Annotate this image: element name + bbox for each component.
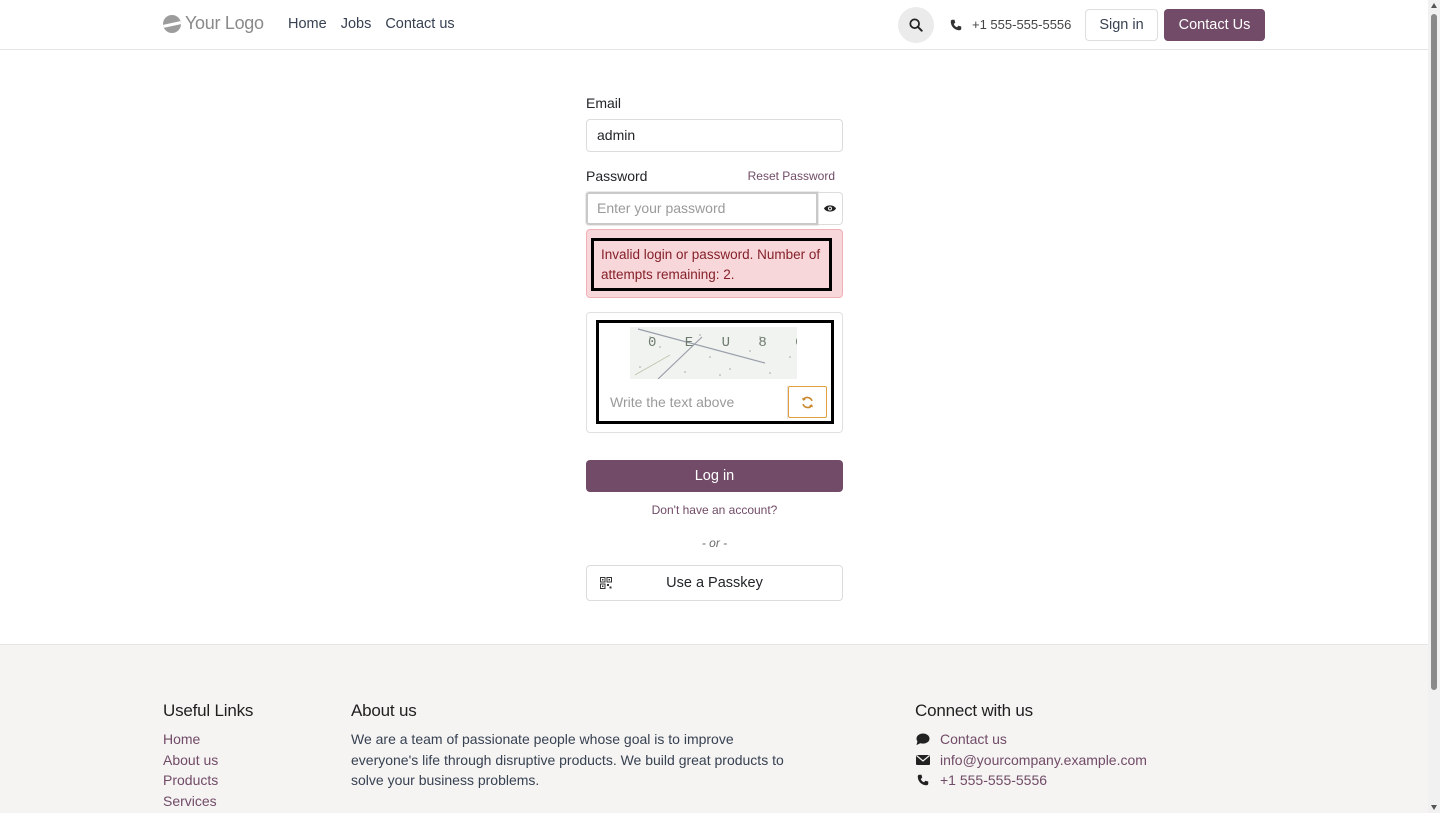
email-label: Email bbox=[586, 95, 622, 111]
header-phone-number: +1 555-555-5556 bbox=[972, 17, 1072, 32]
logo-mark-icon bbox=[163, 14, 181, 33]
refresh-icon bbox=[801, 396, 814, 408]
scroll-down-arrow-icon[interactable] bbox=[1431, 805, 1437, 810]
phone-icon bbox=[950, 19, 962, 30]
nav-contact-us[interactable]: Contact us bbox=[385, 16, 454, 32]
chat-icon bbox=[916, 733, 930, 745]
scroll-up-arrow-icon[interactable] bbox=[1431, 3, 1437, 8]
captcha-image: 0 E U 8 G bbox=[630, 327, 797, 379]
search-button[interactable] bbox=[898, 7, 934, 43]
footer-link-products[interactable]: Products bbox=[163, 770, 253, 791]
phone-icon bbox=[917, 775, 929, 786]
captcha-panel: 0 E U 8 G Write the text above bbox=[586, 312, 843, 433]
password-label: Password bbox=[586, 168, 648, 184]
email-input[interactable]: admin bbox=[586, 119, 843, 152]
header-phone[interactable]: +1 555-555-5556 bbox=[950, 17, 1071, 32]
about-section: About us We are a team of passionate peo… bbox=[351, 701, 796, 791]
captcha-text: 0 E U 8 G bbox=[648, 335, 797, 351]
about-title: About us bbox=[351, 701, 417, 720]
signup-link[interactable]: Don't have an account? bbox=[586, 503, 843, 517]
connect-contact-link: Contact us bbox=[940, 731, 1007, 747]
useful-links-title: Useful Links bbox=[163, 701, 254, 720]
connect-email-link: info@yourcompany.example.com bbox=[940, 751, 1147, 768]
qr-code-icon bbox=[600, 577, 612, 589]
about-text: We are a team of passionate people whose… bbox=[351, 731, 784, 788]
search-icon bbox=[909, 18, 923, 32]
connect-phone-row[interactable]: +1 555-555-5556 bbox=[915, 770, 1147, 791]
site-header: Your Logo Home Jobs Contact us +1 555-55… bbox=[0, 0, 1428, 50]
site-footer: Useful Links Home About us Products Serv… bbox=[0, 644, 1428, 813]
login-error-message: Invalid login or password. Number of att… bbox=[591, 238, 832, 291]
captcha-input[interactable]: Write the text above bbox=[600, 386, 788, 419]
connect-contact-row[interactable]: Contact us bbox=[915, 729, 1147, 750]
logo-text: Your Logo bbox=[185, 13, 264, 33]
eye-icon bbox=[824, 205, 836, 212]
password-group: Enter your password bbox=[586, 192, 843, 225]
refresh-captcha-button[interactable] bbox=[788, 386, 827, 418]
sign-in-button[interactable]: Sign in bbox=[1085, 9, 1158, 41]
connect-section: Connect with us Contact us info@yourcomp… bbox=[915, 701, 1147, 791]
password-input[interactable]: Enter your password bbox=[586, 192, 818, 225]
useful-links-section: Useful Links Home About us Products Serv… bbox=[163, 701, 253, 811]
nav-jobs[interactable]: Jobs bbox=[341, 16, 372, 32]
show-password-button[interactable] bbox=[818, 192, 843, 225]
nav-home[interactable]: Home bbox=[288, 16, 327, 32]
captcha-highlight: 0 E U 8 G Write the text above bbox=[596, 320, 834, 424]
connect-phone-link: +1 555-555-5556 bbox=[940, 772, 1048, 788]
login-error-alert: Invalid login or password. Number of att… bbox=[586, 229, 843, 298]
reset-password-link[interactable]: Reset Password bbox=[748, 169, 835, 183]
site-logo[interactable]: Your Logo bbox=[163, 13, 264, 34]
scrollbar-thumb[interactable] bbox=[1431, 14, 1437, 690]
envelope-icon bbox=[916, 754, 930, 765]
passkey-label: Use a Passkey bbox=[666, 575, 763, 591]
main-nav: Home Jobs Contact us bbox=[288, 16, 455, 32]
connect-email-row[interactable]: info@yourcompany.example.com bbox=[915, 750, 1147, 771]
page-scrollbar[interactable] bbox=[1428, 0, 1440, 813]
passkey-button[interactable]: Use a Passkey bbox=[586, 565, 843, 601]
connect-title: Connect with us bbox=[915, 701, 1033, 720]
or-divider: - or - bbox=[701, 536, 728, 550]
log-in-button[interactable]: Log in bbox=[586, 460, 843, 492]
footer-link-home[interactable]: Home bbox=[163, 729, 253, 750]
contact-us-button[interactable]: Contact Us bbox=[1164, 9, 1265, 41]
footer-link-about[interactable]: About us bbox=[163, 750, 253, 771]
footer-link-services[interactable]: Services bbox=[163, 791, 253, 812]
